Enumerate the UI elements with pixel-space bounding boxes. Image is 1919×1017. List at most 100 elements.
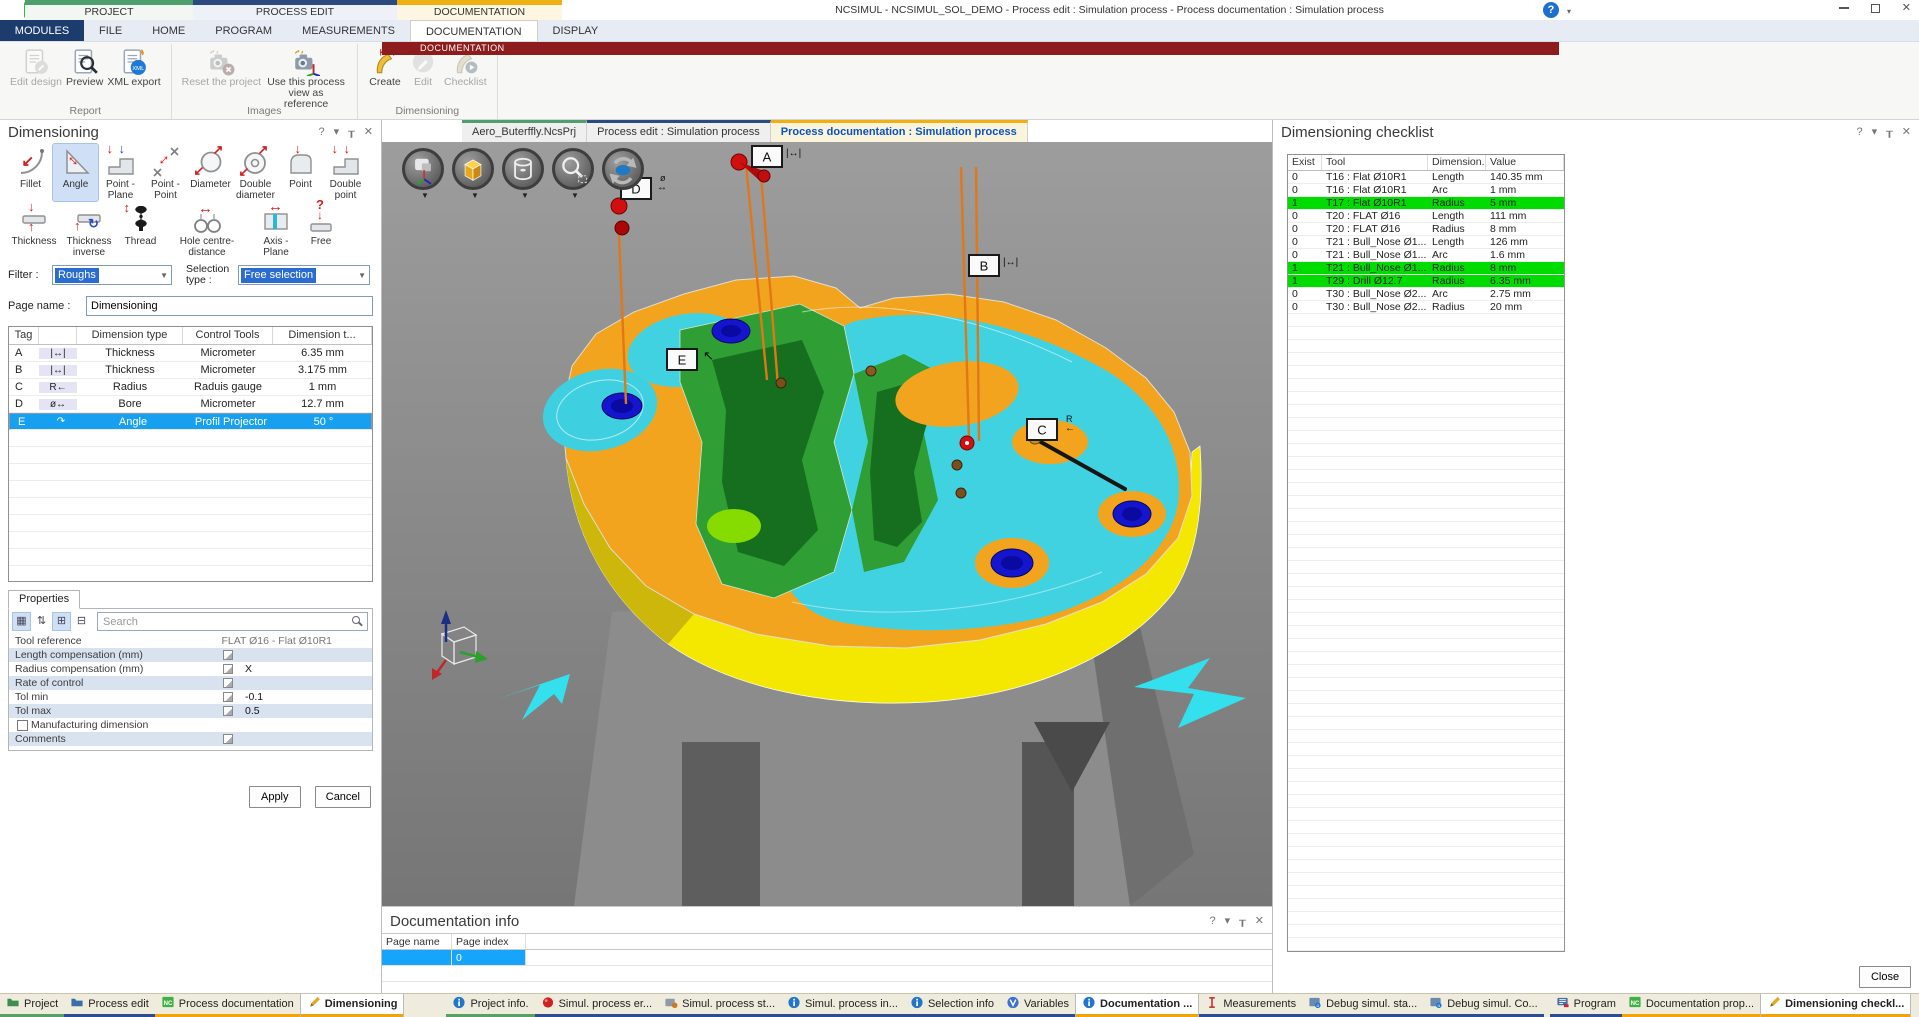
help-icon[interactable]: ?: [1543, 2, 1559, 18]
tool-point-point[interactable]: ↔Point - Point: [143, 144, 188, 201]
context-tab-process-edit[interactable]: PROCESS EDIT: [193, 0, 397, 20]
tool-angle[interactable]: ↔Angle: [53, 144, 98, 201]
zoom-button[interactable]: [552, 148, 594, 190]
taskbar-item-program[interactable]: Program: [1550, 994, 1622, 1017]
selection-type-dropdown[interactable]: Free selection▼: [238, 265, 370, 285]
checklist-row[interactable]: 0T21 : Bull_Nose Ø1...Length126 mm: [1288, 236, 1564, 249]
column-header[interactable]: Dimension...: [1428, 155, 1486, 170]
taskbar-item-process-edit[interactable]: Process edit: [64, 994, 155, 1017]
edit-flag-icon[interactable]: [223, 664, 233, 674]
close-icon[interactable]: ✕: [1255, 915, 1264, 927]
dimension-tag-A[interactable]: A|↔|: [752, 146, 801, 167]
stock-view-button[interactable]: [502, 148, 544, 190]
sort-az-icon[interactable]: ⇅: [33, 613, 50, 630]
xml-export-button[interactable]: XMLXML export: [107, 46, 160, 88]
pin-icon[interactable]: ┰: [1886, 126, 1893, 138]
filter-dropdown[interactable]: Roughs▼: [52, 265, 172, 285]
column-header[interactable]: Tag: [9, 327, 39, 344]
page-name-cell[interactable]: [382, 950, 452, 965]
apply-button[interactable]: Apply: [249, 786, 301, 808]
taskbar-item-dimensioning-checkl-[interactable]: Dimensioning checkl...: [1760, 994, 1911, 1017]
edit-flag-icon[interactable]: [223, 678, 233, 688]
edit-flag-icon[interactable]: [223, 734, 233, 744]
column-header[interactable]: Dimension type: [77, 327, 183, 344]
chevron-down-icon[interactable]: ▼: [552, 192, 598, 200]
help-caret-icon[interactable]: ▾: [1567, 7, 1571, 16]
chevron-down-icon[interactable]: ▼: [502, 192, 548, 200]
expand-icon[interactable]: ⊞: [53, 613, 70, 630]
column-header[interactable]: Tool: [1322, 155, 1428, 170]
tool-thickness[interactable]: ↓↑Thickness: [8, 201, 60, 258]
checklist-row[interactable]: 0T20 : FLAT Ø16Radius8 mm: [1288, 223, 1564, 236]
taskbar-item-documentation-[interactable]: Documentation ...: [1075, 994, 1199, 1017]
help-icon[interactable]: ?: [1210, 915, 1216, 927]
taskbar-item-selection-info[interactable]: Selection info: [904, 994, 1000, 1017]
tool-point[interactable]: ↓Point: [278, 144, 323, 201]
tool-double-diameter[interactable]: ↗↙Double diameter: [233, 144, 278, 201]
context-tab-documentation[interactable]: DOCUMENTATION: [397, 0, 562, 20]
close-icon[interactable]: ✕: [1902, 126, 1911, 138]
column-header[interactable]: Value: [1486, 155, 1564, 170]
taskbar-item-debug-simul-co-[interactable]: oDebug simul. Co...: [1423, 994, 1543, 1017]
column-header[interactable]: Control Tools: [183, 327, 273, 344]
table-row[interactable]: A|↔|ThicknessMicrometer6.35 mm: [9, 345, 372, 362]
checklist-row[interactable]: 1T21 : Bull_Nose Ø1...Radius8 mm: [1288, 262, 1564, 275]
page-name-input[interactable]: [86, 296, 373, 316]
tab-home[interactable]: HOME: [137, 20, 200, 41]
page-index-cell[interactable]: 0: [452, 950, 526, 965]
table-row[interactable]: Dø↔BoreMicrometer12.7 mm: [9, 396, 372, 413]
tool-double-point[interactable]: ↓↓Double point: [323, 144, 368, 201]
3d-canvas[interactable]: A|↔|Dø↔B|↔|E↖CR← ▼ ▼ ▼ ▼: [382, 142, 1272, 906]
checklist-row[interactable]: 0T30 : Bull_Nose Ø2...Radius20 mm: [1288, 301, 1564, 314]
table-row[interactable]: E↷AngleProfil Projector50 °: [9, 413, 372, 430]
pin-icon[interactable]: ┰: [348, 126, 355, 138]
taskbar-item-project-info-[interactable]: Project info.: [446, 994, 534, 1017]
tool-hole-distance[interactable]: ↔Hole centre-distance: [163, 201, 251, 258]
tool-thickness-inverse[interactable]: ↑↻Thickness inverse: [60, 201, 118, 258]
close-icon[interactable]: ✕: [364, 126, 373, 138]
column-header[interactable]: Page index: [452, 934, 526, 949]
edit-flag-icon[interactable]: [223, 650, 233, 660]
tab-program[interactable]: PROGRAM: [200, 20, 287, 41]
minimize-icon[interactable]: [1839, 7, 1849, 9]
3d-scene[interactable]: A|↔|Dø↔B|↔|E↖CR←: [382, 142, 1272, 906]
help-icon[interactable]: ?: [1857, 126, 1863, 138]
checklist-row[interactable]: 1T17 : Flat Ø10R1Radius5 mm: [1288, 197, 1564, 210]
maximize-icon[interactable]: [1871, 4, 1880, 13]
property-row-tol-max[interactable]: Tol max0.5: [9, 704, 372, 718]
refresh-view-button[interactable]: [602, 148, 644, 190]
property-row-length-compensation-mm-[interactable]: Length compensation (mm): [9, 648, 372, 662]
collapse-icon[interactable]: ▾: [1872, 126, 1878, 138]
view-mode-button[interactable]: [402, 148, 444, 190]
edit-flag-icon[interactable]: [223, 706, 233, 716]
viewport-tab[interactable]: Aero_Buterffly.NcsPrj: [462, 120, 587, 142]
tab-file[interactable]: FILE: [84, 20, 137, 41]
taskbar-item-measurements[interactable]: Measurements: [1199, 994, 1302, 1017]
tool-fillet[interactable]: ↙Fillet: [8, 144, 53, 201]
column-header[interactable]: Page name: [382, 934, 452, 949]
table-row[interactable]: B|↔|ThicknessMicrometer3.175 mm: [9, 362, 372, 379]
taskbar-item-simul-process-st-[interactable]: Simul. process st...: [658, 994, 781, 1017]
collapse-icon[interactable]: ▾: [334, 126, 340, 138]
chevron-down-icon[interactable]: ▼: [452, 192, 498, 200]
tab-display[interactable]: DISPLAY: [538, 20, 614, 41]
property-row-tol-min[interactable]: Tol min-0.1: [9, 690, 372, 704]
viewport-tab[interactable]: Process edit : Simulation process: [587, 120, 771, 142]
tab-documentation[interactable]: DOCUMENTATION: [410, 20, 538, 41]
taskbar-item-simul-process-er-[interactable]: Simul. process er...: [535, 994, 659, 1017]
viewport-tab[interactable]: Process documentation : Simulation proce…: [771, 120, 1028, 142]
collapse-icon[interactable]: ⊟: [73, 613, 90, 630]
taskbar-item-documentation-prop-[interactable]: NCDocumentation prop...: [1622, 994, 1760, 1017]
checklist-row[interactable]: 0T20 : FLAT Ø16Length111 mm: [1288, 210, 1564, 223]
chevron-down-icon[interactable]: ▼: [402, 192, 448, 200]
properties-tab[interactable]: Properties: [8, 590, 80, 609]
table-row[interactable]: CR←RadiusRaduis gauge1 mm: [9, 379, 372, 396]
property-row-rate-of-control[interactable]: Rate of control: [9, 676, 372, 690]
checklist-row[interactable]: 0T30 : Bull_Nose Ø2...Arc2.75 mm: [1288, 288, 1564, 301]
preview-button[interactable]: Preview: [66, 46, 103, 88]
close-button[interactable]: Close: [1859, 966, 1911, 988]
taskbar-item-variables[interactable]: Variables: [1000, 994, 1075, 1017]
tool-diameter[interactable]: ↗↙Diameter: [188, 144, 233, 201]
category-view-icon[interactable]: ▦: [13, 613, 30, 630]
tool-thread[interactable]: ↕Thread: [118, 201, 163, 258]
